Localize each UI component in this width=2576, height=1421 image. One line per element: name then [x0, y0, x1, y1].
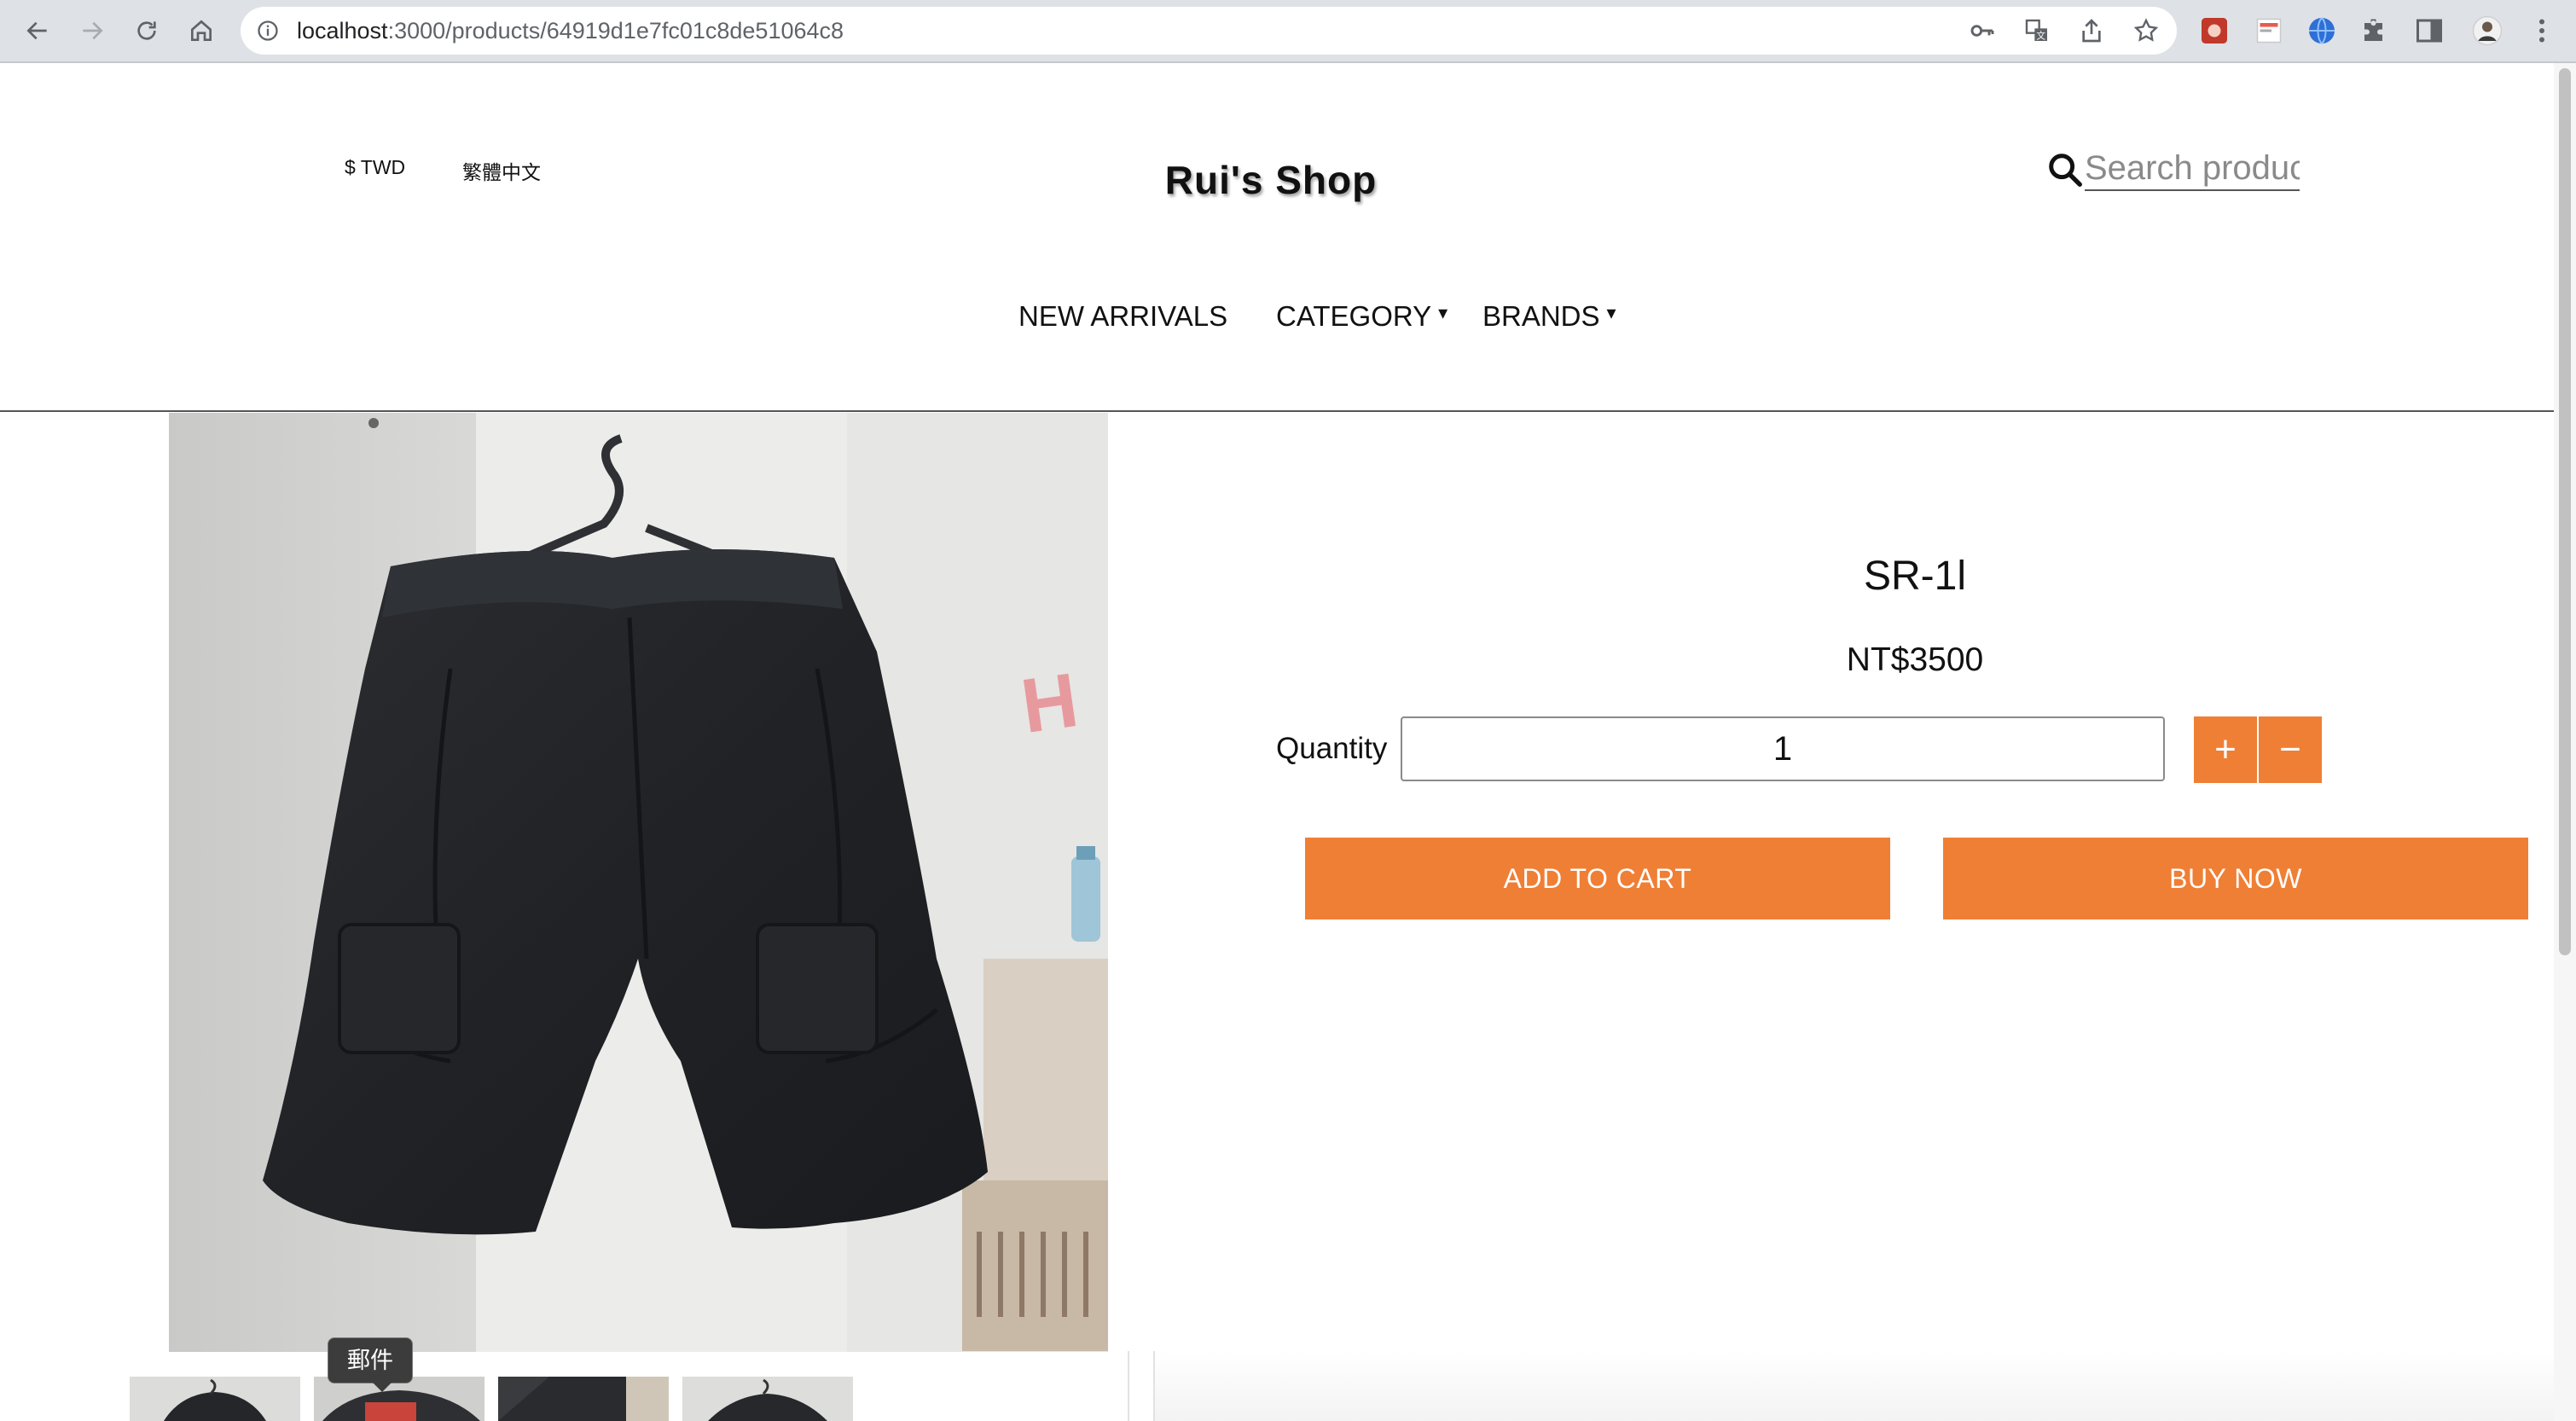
- quantity-field[interactable]: [1401, 716, 2165, 781]
- profile-avatar[interactable]: [2472, 15, 2503, 46]
- buy-now-button[interactable]: BUY NOW: [1943, 838, 2528, 919]
- nav-brands-label: BRANDS: [1482, 300, 1600, 332]
- browser-toolbar: localhost:3000/products/64919d1e7fc01c8d…: [0, 0, 2576, 63]
- quantity-decrease-button[interactable]: −: [2259, 716, 2322, 783]
- bookmark-star-icon[interactable]: [2132, 17, 2160, 44]
- nav-new-arrivals-label: NEW ARRIVALS: [1018, 300, 1228, 332]
- chevron-down-icon: ▾: [1438, 302, 1448, 323]
- address-bar[interactable]: localhost:3000/products/64919d1e7fc01c8d…: [241, 7, 2177, 55]
- share-icon[interactable]: [2078, 17, 2105, 44]
- currency-selector[interactable]: $ TWD: [345, 156, 405, 179]
- nav-category-label: CATEGORY: [1276, 300, 1432, 332]
- product-price: NT$3500: [1846, 641, 1984, 678]
- info-icon[interactable]: [256, 19, 280, 43]
- forward-icon[interactable]: [73, 12, 111, 49]
- shop-logo[interactable]: Rui's Shop: [1109, 157, 1433, 203]
- page-scrollbar-thumb[interactable]: [2559, 68, 2571, 955]
- page-bottom-area: [1155, 1351, 2554, 1421]
- extension-icon[interactable]: [2199, 15, 2230, 46]
- tooltip-arrow: [372, 1382, 392, 1392]
- extension-icon[interactable]: [2306, 15, 2337, 46]
- reload-icon[interactable]: [128, 12, 165, 49]
- product-thumbnail[interactable]: [130, 1377, 300, 1421]
- translate-icon[interactable]: 文: [2023, 17, 2051, 44]
- back-icon[interactable]: [19, 12, 56, 49]
- puzzle-icon[interactable]: [2359, 15, 2390, 46]
- key-icon[interactable]: [1969, 17, 1996, 44]
- nav-category[interactable]: CATEGORY ▾: [1276, 300, 1448, 333]
- thumbnail-tooltip: 郵件: [328, 1337, 413, 1383]
- quantity-label: Quantity: [1276, 732, 1388, 765]
- product-thumbnail[interactable]: [498, 1377, 669, 1421]
- main-navigation: NEW ARRIVALS CATEGORY ▾ BRANDS ▾: [0, 300, 2554, 345]
- nav-brands[interactable]: BRANDS ▾: [1482, 300, 1616, 333]
- chevron-down-icon: ▾: [1606, 302, 1616, 323]
- product-main-image[interactable]: H: [169, 413, 1108, 1352]
- language-selector[interactable]: 繁體中文: [462, 156, 541, 185]
- url-text[interactable]: localhost:3000/products/64919d1e7fc01c8d…: [297, 7, 844, 55]
- product-photo-shorts: H: [169, 413, 1108, 1352]
- side-panel-icon[interactable]: [2414, 15, 2445, 46]
- home-icon[interactable]: [183, 12, 220, 49]
- menu-dots-icon[interactable]: [2527, 15, 2557, 46]
- product-title: SR-1l: [1863, 554, 1967, 599]
- minus-icon: −: [2279, 728, 2301, 770]
- svg-text:H: H: [1016, 658, 1082, 750]
- search-input[interactable]: [2085, 147, 2300, 191]
- search-icon[interactable]: [2045, 150, 2085, 189]
- plus-icon: +: [2214, 728, 2237, 770]
- header-divider: [0, 410, 2554, 412]
- product-thumbnail[interactable]: [682, 1377, 853, 1421]
- add-to-cart-button[interactable]: ADD TO CART: [1305, 838, 1890, 919]
- quantity-increase-button[interactable]: +: [2194, 716, 2257, 783]
- divider: [1128, 1351, 1129, 1421]
- nav-new-arrivals[interactable]: NEW ARRIVALS: [1018, 300, 1227, 333]
- search-bar: [2045, 145, 2303, 196]
- extension-icon[interactable]: [2254, 15, 2284, 46]
- svg-text:文: 文: [2036, 30, 2045, 41]
